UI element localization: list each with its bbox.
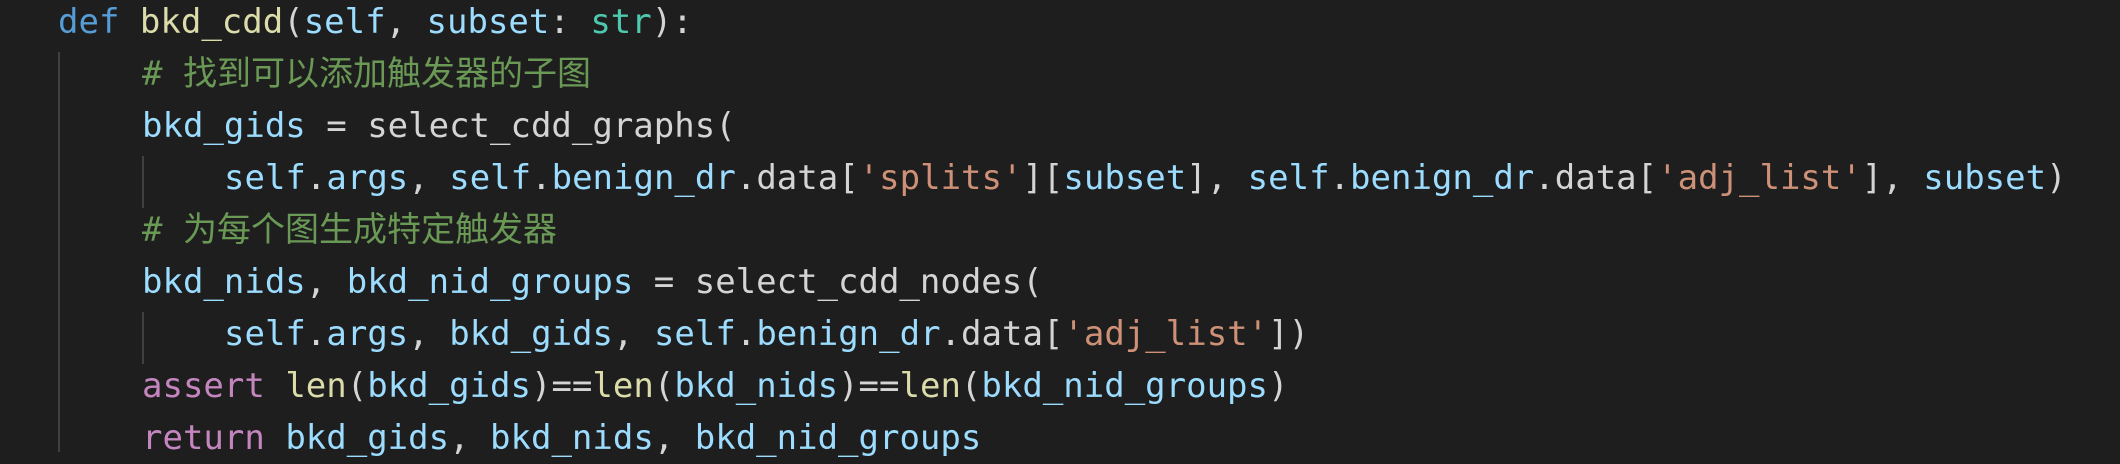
- token-punct: (: [960, 366, 982, 406]
- token-param: subset: [426, 2, 550, 42]
- token-func: len: [285, 366, 347, 406]
- token-param: benign_dr: [1350, 158, 1535, 198]
- token-plain: data: [961, 314, 1043, 354]
- token-param: self: [449, 158, 532, 198]
- token-punct: :: [549, 2, 591, 42]
- indent-guide-level-1: [58, 52, 60, 452]
- token-punct: ): [2046, 158, 2067, 198]
- token-param: self: [303, 2, 386, 42]
- token-param: args: [326, 314, 409, 354]
- token-string: 'splits': [858, 158, 1023, 198]
- token-func: bkd_cdd: [139, 2, 284, 42]
- code-line-3[interactable]: bkd_gids = select_cdd_graphs(: [142, 100, 736, 152]
- token-punct: (: [1022, 262, 1043, 302]
- token-punct: ],: [1861, 158, 1924, 198]
- token-param: bkd_nids: [490, 418, 654, 458]
- token-punct: ,: [408, 158, 450, 198]
- token-param: bkd_nids: [674, 366, 839, 406]
- token-punct: (: [283, 2, 304, 42]
- token-punct: ,: [449, 418, 491, 458]
- token-type: str: [590, 2, 652, 42]
- indent-guide-level-2-a: [142, 156, 144, 208]
- token-param: bkd_gids: [367, 366, 531, 406]
- token-param: self: [653, 314, 736, 354]
- token-param: bkd_gids: [285, 418, 450, 458]
- token-plain: =: [305, 106, 368, 146]
- token-param: subset: [1923, 158, 2047, 198]
- token-punct: [: [1636, 158, 1658, 198]
- token-punct: ):: [651, 2, 693, 42]
- indent-guide-level-2-b: [142, 312, 144, 364]
- code-line-2[interactable]: # 找到可以添加触发器的子图: [142, 48, 591, 100]
- token-param: benign_dr: [551, 158, 736, 198]
- token-punct: [: [1042, 314, 1064, 354]
- token-plain: =: [633, 262, 695, 302]
- token-param: bkd_nids: [142, 262, 306, 302]
- token-punct: ,: [653, 418, 695, 458]
- token-param: self: [224, 314, 306, 354]
- token-plain: data: [1554, 158, 1637, 198]
- token-punct: ): [1267, 366, 1289, 406]
- token-punct: ][: [1022, 158, 1064, 198]
- token-punct: .: [305, 158, 327, 198]
- token-punct: (: [653, 366, 675, 406]
- token-func: len: [592, 366, 654, 406]
- token-keyword: def: [58, 2, 120, 42]
- token-punct: ],: [1186, 158, 1248, 198]
- code-line-7[interactable]: self.args, bkd_gids, self.benign_dr.data…: [224, 308, 1309, 360]
- token-func: len: [899, 366, 961, 406]
- token-plain: select_cdd_graphs: [367, 106, 716, 146]
- token-punct: .: [531, 158, 552, 198]
- code-line-8[interactable]: assert len(bkd_gids)==len(bkd_nids)==len…: [142, 360, 1288, 412]
- token-param: bkd_gids: [142, 106, 306, 146]
- token-param: benign_dr: [756, 314, 941, 354]
- token-punct: .: [1534, 158, 1555, 198]
- token-param: bkd_nid_groups: [694, 418, 982, 458]
- token-punct: ,: [385, 2, 427, 42]
- token-param: subset: [1063, 158, 1187, 198]
- token-control: return: [142, 418, 265, 458]
- token-punct: )==: [838, 366, 900, 406]
- token-punct: .: [305, 314, 327, 354]
- token-control: assert: [142, 366, 265, 406]
- token-punct: .: [735, 314, 757, 354]
- token-punct: .: [1329, 158, 1351, 198]
- token-punct: ,: [408, 314, 450, 354]
- token-punct: .: [940, 314, 962, 354]
- code-line-9[interactable]: return bkd_gids, bkd_nids, bkd_nid_group…: [142, 412, 981, 464]
- token-punct: ]): [1268, 314, 1310, 354]
- token-plain: select_cdd_nodes: [694, 262, 1023, 302]
- token-string: 'adj_list': [1063, 314, 1269, 354]
- code-editor[interactable]: def bkd_cdd(self, subset: str): # 找到可以添加触…: [0, 0, 2120, 458]
- token-plain: data: [756, 158, 839, 198]
- token-punct: (: [715, 106, 736, 146]
- token-comment: # 为每个图生成特定触发器: [142, 210, 557, 250]
- code-line-6[interactable]: bkd_nids, bkd_nid_groups = select_cdd_no…: [142, 256, 1043, 308]
- code-line-4[interactable]: self.args, self.benign_dr.data['splits']…: [224, 152, 2067, 204]
- token-param: bkd_nid_groups: [346, 262, 634, 302]
- token-param: self: [224, 158, 306, 198]
- code-line-1[interactable]: def bkd_cdd(self, subset: str):: [58, 0, 693, 48]
- code-line-5[interactable]: # 为每个图生成特定触发器: [142, 204, 557, 256]
- token-punct: )==: [530, 366, 593, 406]
- token-param: args: [326, 158, 409, 198]
- token-param: bkd_gids: [449, 314, 613, 354]
- token-punct: .: [735, 158, 757, 198]
- token-comment: # 找到可以添加触发器的子图: [142, 54, 591, 94]
- token-param: bkd_nid_groups: [981, 366, 1268, 406]
- token-param: self: [1247, 158, 1330, 198]
- token-punct: ,: [612, 314, 654, 354]
- token-punct: ,: [305, 262, 347, 302]
- token-punct: (: [346, 366, 368, 406]
- token-string: 'adj_list': [1657, 158, 1862, 198]
- token-punct: [: [838, 158, 859, 198]
